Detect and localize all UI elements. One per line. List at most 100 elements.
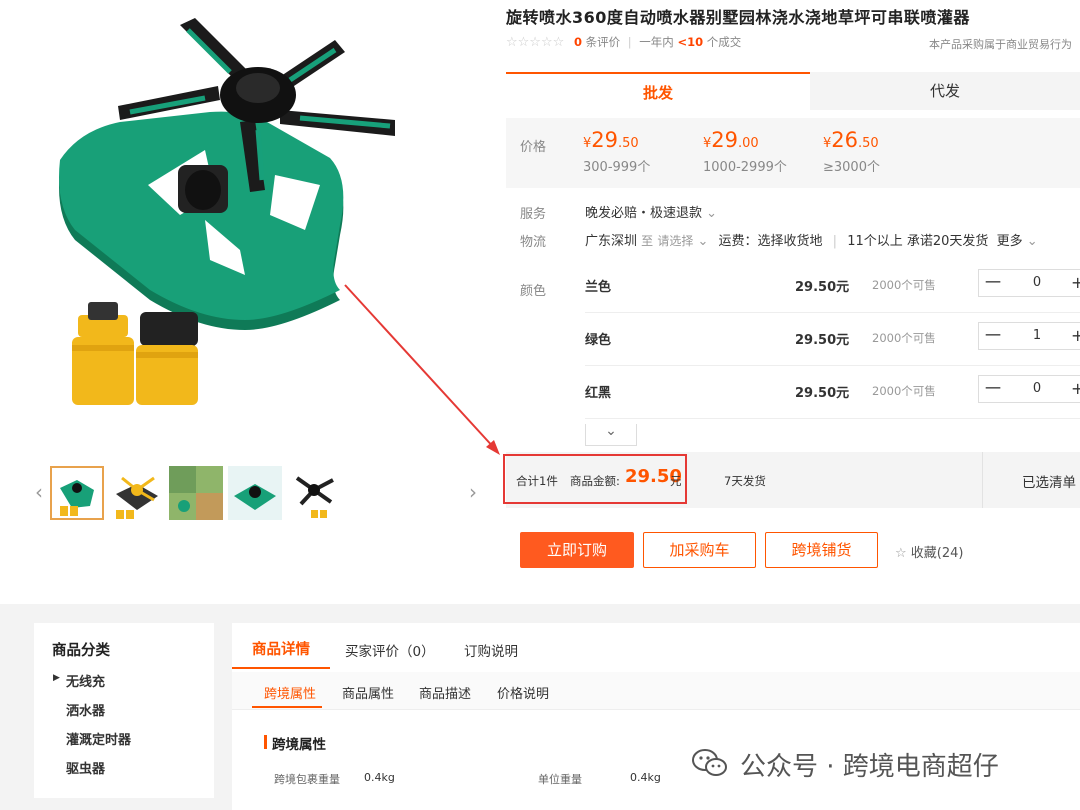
quantity-input[interactable]: 0 xyxy=(1019,270,1055,296)
attr-key: 跨境包裹重量 xyxy=(274,773,340,786)
tier-range: 1000-2999个 xyxy=(703,160,787,175)
review-suffix: 条评价 xyxy=(585,35,621,49)
color-price: 29.50元 xyxy=(795,386,850,401)
quantity-stepper[interactable]: 一 0 + xyxy=(978,375,1080,403)
attr-value: 0.4kg xyxy=(630,771,661,784)
sprinkler-image xyxy=(59,18,500,455)
subtab-description[interactable]: 商品描述 xyxy=(419,683,471,702)
price-label: 价格 xyxy=(520,140,547,155)
price-tier: ¥29.00 1000-2999个 xyxy=(703,128,787,175)
price-panel: 价格 ¥29.50 300-999个 ¥29.00 1000-2999个 ¥26… xyxy=(506,118,1080,188)
category-item[interactable]: 灌溉定时器 xyxy=(66,729,131,748)
more-link[interactable]: 更多 xyxy=(997,234,1023,249)
expand-colors-button[interactable]: ⌄ xyxy=(585,424,637,446)
color-name: 红黑 xyxy=(585,386,612,401)
increment-button[interactable]: + xyxy=(1071,376,1080,402)
thumbnail[interactable] xyxy=(110,466,164,520)
ship-time: 7天发货 xyxy=(724,474,766,488)
tab-dropship[interactable]: 代发 xyxy=(810,72,1080,110)
increment-button[interactable]: + xyxy=(1071,270,1080,296)
decrement-button[interactable]: 一 xyxy=(979,270,1007,296)
service-value[interactable]: 晚发必赔・极速退款 ⌄ xyxy=(585,202,717,221)
deal-suffix: 个成交 xyxy=(706,35,742,49)
watermark: 公众号 · 跨境电商超仔 xyxy=(692,746,999,783)
chevron-right-icon[interactable]: › xyxy=(466,480,480,504)
decrement-button[interactable]: 一 xyxy=(979,323,1007,349)
destination-select[interactable]: 请选择 xyxy=(657,234,693,248)
color-name: 兰色 xyxy=(585,280,612,295)
chevron-down-icon: ⌄ xyxy=(706,206,718,221)
list-item: 兰色 29.50元 2000个可售 一 0 + xyxy=(585,260,1080,313)
product-title: 旋转喷水360度自动喷水器别墅园林浇水浇地草坪可串联喷灌器 xyxy=(506,8,970,27)
subtab-cross-border[interactable]: 跨境属性 xyxy=(264,683,316,702)
service-label: 服务 xyxy=(520,207,547,222)
tab-wholesale[interactable]: 批发 xyxy=(506,72,810,110)
decrement-button[interactable]: 一 xyxy=(979,376,1007,402)
chevron-left-icon[interactable]: ‹ xyxy=(32,480,46,504)
selected-list-button[interactable]: 已选清单 xyxy=(1022,471,1076,491)
highlight-box xyxy=(503,454,687,504)
section-title: 跨境属性 xyxy=(272,737,326,753)
color-price: 29.50元 xyxy=(795,280,850,295)
category-item[interactable]: 洒水器 xyxy=(66,700,105,719)
rating-row: ☆☆☆☆☆ 0 条评价 | 一年内 <10 个成交 本产品采购属于商业贸易行为 xyxy=(506,35,1072,51)
quantity-stepper[interactable]: 一 1 + xyxy=(978,322,1080,350)
tier-range: 300-999个 xyxy=(583,160,651,175)
color-stock: 2000个可售 xyxy=(872,384,936,398)
section-marker xyxy=(264,735,267,749)
thumbnail[interactable] xyxy=(50,466,104,520)
chevron-down-icon: ⌄ xyxy=(605,423,617,439)
tab-order-notes[interactable]: 订购说明 xyxy=(464,640,518,660)
buy-now-button[interactable]: 立即订购 xyxy=(520,532,634,568)
color-stock: 2000个可售 xyxy=(872,278,936,292)
active-tab-indicator xyxy=(232,667,330,669)
attr-value: 0.4kg xyxy=(364,771,395,784)
caret-right-icon: ▶ xyxy=(53,673,60,683)
period: 一年内 xyxy=(639,35,674,49)
thumbnail[interactable] xyxy=(287,466,341,520)
logistics-row: 广东深圳 至 请选择 ⌄ 运费：选择收货地 | 11个以上 承诺20天发货 更多… xyxy=(585,234,1038,249)
subtab-attributes[interactable]: 商品属性 xyxy=(342,683,394,702)
cross-border-distribute-button[interactable]: 跨境铺货 xyxy=(765,532,878,568)
active-subtab-indicator xyxy=(252,706,322,708)
list-item: 绿色 29.50元 2000个可售 一 1 + xyxy=(585,313,1080,366)
purchase-tabs: 批发 代发 xyxy=(506,72,1080,110)
buyer-note: 本产品采购属于商业贸易行为 xyxy=(929,38,1072,51)
color-name: 绿色 xyxy=(585,333,612,348)
thumbnail-strip: ‹ › xyxy=(30,462,490,524)
product-main-image xyxy=(0,0,500,455)
star-icon: ☆ xyxy=(895,546,907,561)
color-price: 29.50元 xyxy=(795,333,850,348)
category-item[interactable]: 无线充 xyxy=(66,671,105,690)
tab-product-detail[interactable]: 商品详情 xyxy=(252,638,310,659)
quantity-stepper[interactable]: 一 0 + xyxy=(978,269,1080,297)
category-title: 商品分类 xyxy=(52,643,110,659)
chevron-down-icon: ⌄ xyxy=(697,234,709,249)
wechat-icon xyxy=(692,749,727,776)
logistics-label: 物流 xyxy=(520,235,547,250)
thumbnail[interactable] xyxy=(169,466,223,520)
add-to-cart-button[interactable]: 加采购车 xyxy=(643,532,756,568)
tab-buyer-reviews[interactable]: 买家评价（0） xyxy=(345,640,435,660)
quantity-input[interactable]: 0 xyxy=(1019,376,1055,402)
thumbnail[interactable] xyxy=(228,466,282,520)
star-icon: ☆☆☆☆☆ xyxy=(506,35,565,50)
review-count[interactable]: 0 xyxy=(574,35,582,49)
favorite-button[interactable]: ☆ 收藏(24) xyxy=(895,542,963,561)
color-label: 颜色 xyxy=(520,284,547,299)
subtab-price-notes[interactable]: 价格说明 xyxy=(497,683,549,702)
freight: 运费：选择收货地 xyxy=(718,234,823,249)
quantity-input[interactable]: 1 xyxy=(1019,323,1055,349)
list-item: 红黑 29.50元 2000个可售 一 0 + xyxy=(585,366,1080,419)
increment-button[interactable]: + xyxy=(1071,323,1080,349)
ship-from: 广东深圳 xyxy=(585,234,638,249)
deal-count: <10 xyxy=(677,35,704,49)
color-stock: 2000个可售 xyxy=(872,331,936,345)
price-tier: ¥26.50 ≥3000个 xyxy=(823,128,880,175)
chevron-down-icon: ⌄ xyxy=(1026,234,1038,249)
tier-range: ≥3000个 xyxy=(823,160,880,175)
attr-key: 单位重量 xyxy=(538,773,582,786)
category-item[interactable]: 驱虫器 xyxy=(66,758,105,777)
delivery-promise: 11个以上 承诺20天发货 xyxy=(847,234,989,249)
price-tier: ¥29.50 300-999个 xyxy=(583,128,651,175)
